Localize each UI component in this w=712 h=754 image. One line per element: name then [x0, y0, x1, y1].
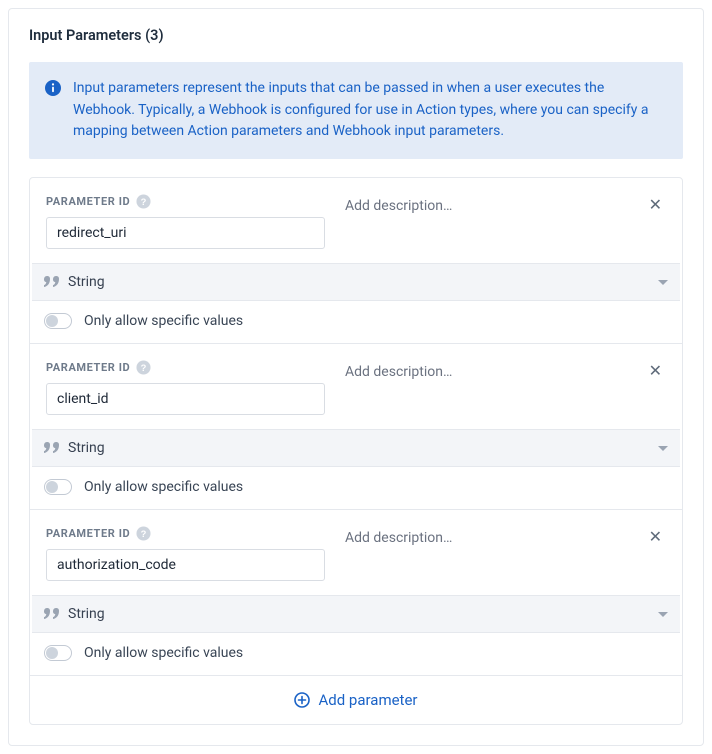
parameter-block: PARAMETER ID ? Add description… ✕: [30, 510, 682, 676]
add-parameter-label: Add parameter: [318, 691, 417, 709]
parameter-block: PARAMETER ID ? Add description… ✕: [30, 178, 682, 344]
close-icon: ✕: [649, 197, 662, 214]
svg-text:?: ?: [141, 363, 147, 373]
parameter-list: PARAMETER ID ? Add description… ✕: [29, 177, 683, 725]
add-description[interactable]: Add description…: [345, 530, 452, 546]
parameter-id-label: PARAMETER ID: [46, 361, 130, 374]
chevron-down-icon: [658, 274, 668, 290]
string-type-icon: [44, 276, 60, 288]
svg-text:?: ?: [141, 197, 147, 207]
chevron-down-icon: [658, 606, 668, 622]
parameter-block: PARAMETER ID ? Add description… ✕: [30, 344, 682, 510]
parameter-id-input[interactable]: [46, 549, 325, 581]
parameter-id-input[interactable]: [46, 383, 325, 415]
chevron-down-icon: [658, 440, 668, 456]
only-specific-toggle[interactable]: [44, 645, 72, 661]
panel-title: Input Parameters (3): [9, 9, 703, 62]
input-parameters-panel: Input Parameters (3) Input parameters re…: [8, 8, 704, 746]
close-icon: ✕: [649, 363, 662, 380]
parameter-id-input[interactable]: [46, 217, 325, 249]
string-type-icon: [44, 442, 60, 454]
help-icon[interactable]: ?: [136, 194, 151, 209]
help-icon[interactable]: ?: [136, 526, 151, 541]
info-text: Input parameters represent the inputs th…: [73, 78, 665, 143]
type-selector[interactable]: String: [32, 595, 680, 633]
only-specific-label: Only allow specific values: [84, 645, 243, 661]
type-selector[interactable]: String: [32, 429, 680, 467]
string-type-icon: [44, 608, 60, 620]
type-name: String: [68, 274, 658, 290]
remove-parameter-button[interactable]: ✕: [645, 360, 666, 384]
parameter-id-label: PARAMETER ID: [46, 527, 130, 540]
close-icon: ✕: [649, 529, 662, 546]
type-name: String: [68, 440, 658, 456]
svg-text:?: ?: [141, 529, 147, 539]
type-name: String: [68, 606, 658, 622]
parameter-id-label: PARAMETER ID: [46, 195, 130, 208]
remove-parameter-button[interactable]: ✕: [645, 194, 666, 218]
only-specific-toggle[interactable]: [44, 313, 72, 329]
only-specific-label: Only allow specific values: [84, 313, 243, 329]
add-parameter-button[interactable]: Add parameter: [30, 676, 682, 724]
info-icon: [45, 80, 61, 96]
help-icon[interactable]: ?: [136, 360, 151, 375]
remove-parameter-button[interactable]: ✕: [645, 526, 666, 550]
plus-circle-icon: [294, 692, 310, 708]
add-description[interactable]: Add description…: [345, 198, 452, 214]
only-specific-label: Only allow specific values: [84, 479, 243, 495]
info-banner: Input parameters represent the inputs th…: [29, 62, 683, 159]
only-specific-toggle[interactable]: [44, 479, 72, 495]
type-selector[interactable]: String: [32, 263, 680, 301]
add-description[interactable]: Add description…: [345, 364, 452, 380]
